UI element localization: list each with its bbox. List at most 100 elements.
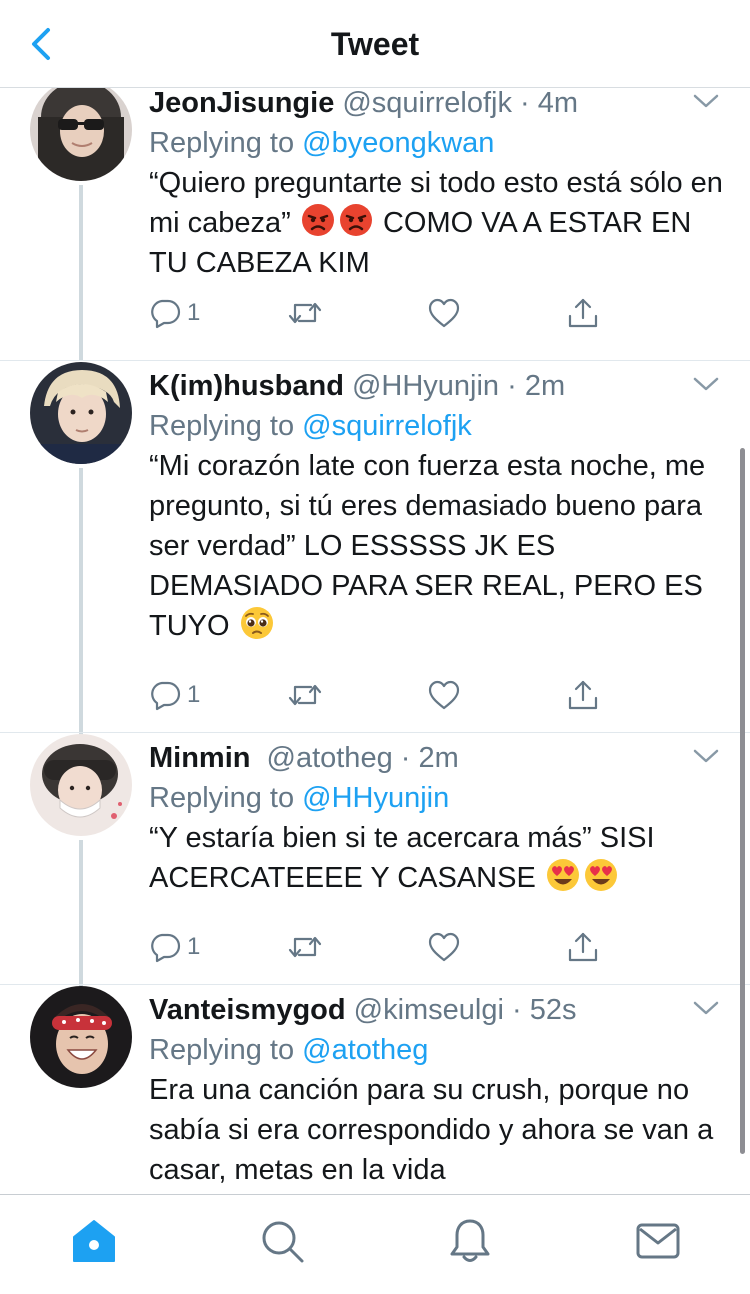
heart-eyes-face-icon [584,859,617,891]
tweet-header: Vanteismygod @kimseulgi · 52s [149,990,577,1030]
reply-icon [151,299,181,329]
username[interactable]: @kimseulgi [354,994,504,1026]
tweet[interactable]: Vanteismygod @kimseulgi · 52s Replying to… [0,986,750,1194]
tweet-divider [0,732,750,733]
tweet-text-part: Era una canción para su crush, porque no… [149,1074,714,1186]
chevron-down-icon[interactable] [692,91,720,111]
retweet-icon [288,302,322,324]
replying-to-label: Replying to [149,410,295,442]
retweet-button[interactable] [287,675,323,715]
share-icon [568,680,598,710]
tweet-text: “Mi corazón late con fuerza esta noche, … [149,446,729,646]
replying-to: Replying to @byeongkwan [149,123,494,163]
tweet-header: K(im)husband @HHyunjin · 2m [149,366,565,406]
separator-dot: · [520,88,530,119]
replying-to-link[interactable]: @squirrelofjk [302,410,472,442]
replying-to-label: Replying to [149,127,295,159]
timestamp[interactable]: 2m [419,742,459,774]
thread-line [79,468,83,743]
reply-button[interactable]: 1 [149,293,200,333]
pleading-face-icon [240,607,273,639]
search-icon[interactable] [258,1217,306,1265]
username[interactable]: @squirrelofjk [342,88,512,119]
angry-face-icon [339,204,372,236]
scrollbar[interactable] [740,448,745,1154]
display-name[interactable]: JeonJisungie [149,88,334,119]
chevron-down-icon[interactable] [692,374,720,394]
tweet-actions: 1 [149,927,609,967]
top-bar: Tweet [0,0,750,88]
thread-line [79,840,83,993]
replying-to-label: Replying to [149,782,295,814]
username[interactable]: @HHyunjin [352,370,499,402]
avatar[interactable] [30,88,132,181]
chevron-down-icon[interactable] [692,998,720,1018]
timestamp[interactable]: 52s [530,994,577,1026]
reply-count: 1 [187,681,201,708]
tweet[interactable]: JeonJisungie @squirrelofjk · 4m Replying … [0,88,750,361]
tweet-header: Minmin @atotheg · 2m [149,738,459,778]
like-button[interactable] [427,675,461,715]
tweet-actions: 1 [149,293,609,333]
retweet-icon [288,684,322,706]
share-button[interactable] [566,927,600,967]
heart-eyes-face-icon [546,859,579,891]
display-name[interactable]: Vanteismygod [149,994,346,1026]
share-button[interactable] [566,293,600,333]
bottom-tab-bar [0,1194,750,1294]
thread-line [79,185,83,361]
mail-icon[interactable] [634,1217,682,1265]
avatar[interactable] [30,362,132,464]
replying-to: Replying to @squirrelofjk [149,406,472,446]
home-icon[interactable] [70,1217,118,1265]
replying-to-link[interactable]: @HHyunjin [302,782,449,814]
retweet-button[interactable] [287,293,323,333]
reply-button[interactable]: 1 [149,675,200,715]
replying-to: Replying to @atotheg [149,1030,428,1070]
separator-dot: · [507,370,517,402]
share-icon [568,298,598,328]
tweet-text: “Y estaría bien si te acercara más” SISI… [149,818,729,898]
reply-count: 1 [187,299,201,326]
display-name[interactable]: Minmin [149,742,251,774]
reply-icon [151,681,181,711]
reply-icon [151,933,181,963]
share-button[interactable] [566,675,600,715]
page-title: Tweet [330,26,420,62]
retweet-button[interactable] [287,927,323,967]
like-button[interactable] [427,927,461,967]
like-button[interactable] [427,293,461,333]
heart-icon [428,932,460,962]
heart-icon [428,680,460,710]
tweet-text: “Quiero preguntarte si todo esto está só… [149,163,729,283]
reply-count: 1 [187,933,201,960]
tweet-text: Era una canción para su crush, porque no… [149,1070,729,1190]
avatar[interactable] [30,986,132,1088]
display-name[interactable]: K(im)husband [149,370,344,402]
tweet-actions: 1 [149,675,609,715]
replying-to: Replying to @HHyunjin [149,778,449,818]
tweet-divider [0,360,750,361]
replying-to-label: Replying to [149,1034,295,1066]
tweet[interactable]: K(im)husband @HHyunjin · 2m Replying to @… [0,362,750,743]
retweet-icon [288,936,322,958]
share-icon [568,932,598,962]
separator-dot: · [400,742,411,774]
reply-button[interactable]: 1 [149,927,200,967]
heart-icon [428,298,460,328]
timestamp[interactable]: 4m [538,88,578,119]
chevron-down-icon[interactable] [692,746,720,766]
replying-to-link[interactable]: @atotheg [302,1034,428,1066]
reply-thread[interactable]: JeonJisungie @squirrelofjk · 4m Replying … [0,88,750,1194]
timestamp[interactable]: 2m [525,370,565,402]
bell-icon[interactable] [446,1217,494,1265]
tweet-header: JeonJisungie @squirrelofjk · 4m [149,88,578,123]
tweet-divider [0,984,750,985]
username[interactable]: @atotheg [267,742,393,774]
avatar[interactable] [30,734,132,836]
tweet[interactable]: Minmin @atotheg · 2m Replying to @HHyunji… [0,734,750,993]
separator-dot: · [512,994,522,1026]
replying-to-link[interactable]: @byeongkwan [302,127,494,159]
tweet-text-part: “Mi corazón late con fuerza esta noche, … [149,450,706,642]
angry-face-icon [301,204,334,236]
